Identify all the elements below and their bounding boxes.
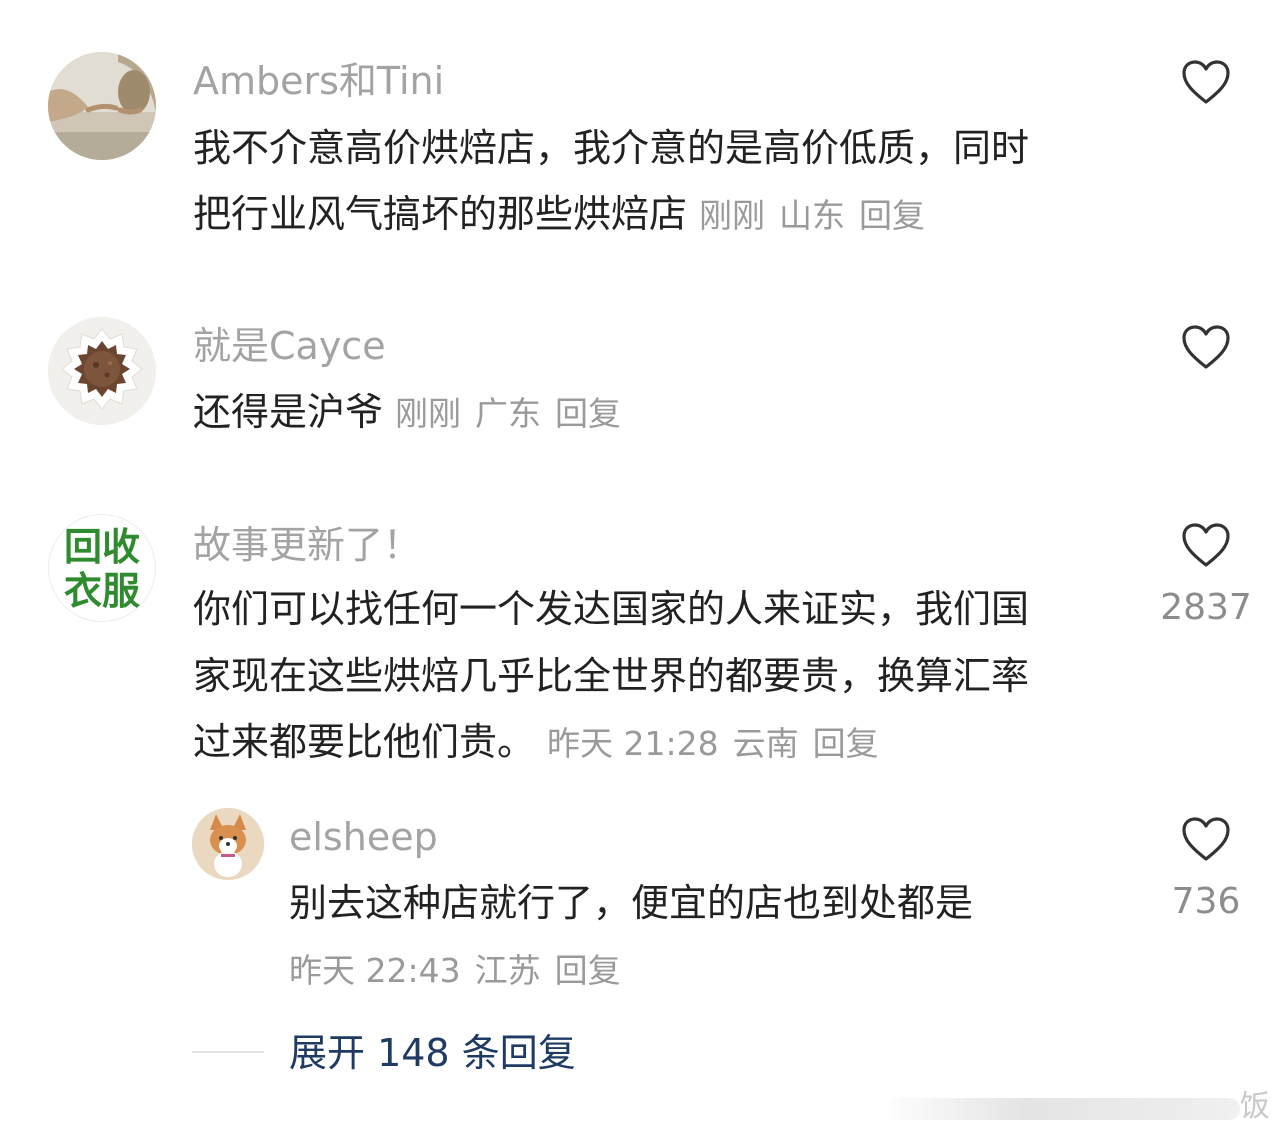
comment-meta: 刚刚 广东 回复 — [395, 394, 635, 433]
comment-text-line-content: 过来都要比他们贵。 — [193, 720, 536, 764]
avatar-elsheep[interactable] — [192, 808, 264, 880]
reply-button[interactable]: 回复 — [859, 196, 925, 235]
like-count: 2837 — [1160, 587, 1252, 628]
watermark-bar — [880, 1098, 1240, 1120]
heart-outline-icon[interactable] — [1180, 323, 1232, 371]
comment-text-line: 你们可以找任何一个发达国家的人来证实，我们国 — [193, 587, 1030, 631]
comment-username[interactable]: 就是Cayce — [193, 327, 386, 365]
comment-text-line: 还得是沪爷 刚刚 广东 回复 — [193, 393, 635, 431]
comment-username[interactable]: Ambers和Tini — [193, 62, 444, 100]
comment-text-line: 我不介意高价烘焙店，我介意的是高价低质，同时 — [193, 126, 1030, 170]
comment-text-line-content: 把行业风气搞坏的那些烘焙店 — [193, 192, 688, 236]
comment-time: 刚刚 — [699, 196, 766, 235]
coffee-filter-avatar — [48, 317, 156, 425]
reply-button[interactable]: 回复 — [555, 394, 621, 433]
watermark-text: 饭 — [1240, 1089, 1270, 1124]
reply-meta: 昨天 22:43 江苏 回复 — [289, 954, 635, 987]
heart-outline-icon[interactable] — [1180, 58, 1232, 106]
comment-text-line: 把行业风气搞坏的那些烘焙店 刚刚 山东 回复 — [193, 195, 939, 233]
comment-location: 山东 — [779, 196, 846, 235]
reply-username[interactable]: elsheep — [289, 818, 438, 856]
heart-outline-icon[interactable] — [1180, 521, 1232, 569]
comment-text-line: 家现在这些烘焙几乎比全世界的都要贵，换算汇率 — [193, 654, 1030, 698]
creation-of-adam-avatar — [48, 52, 156, 160]
reply-text-line: 别去这种店就行了，便宜的店也到处都是 — [289, 881, 974, 925]
like-count: 736 — [1171, 881, 1241, 922]
avatar-text-line: 衣服 — [63, 569, 140, 613]
heart-outline-icon[interactable] — [1180, 815, 1232, 863]
avatar-story-updated[interactable]: 回收 衣服 — [48, 514, 156, 622]
reply-time: 昨天 22:43 — [289, 951, 461, 990]
avatar-cayce[interactable] — [48, 317, 156, 425]
avatar-ambers[interactable] — [48, 52, 156, 160]
comment-username[interactable]: 故事更新了！ — [193, 526, 421, 564]
avatar-text-line: 回收 — [63, 525, 140, 569]
comment-time: 昨天 21:28 — [547, 724, 719, 763]
expand-replies-button[interactable]: 展开 148 条回复 — [289, 1034, 576, 1072]
reply-location: 江苏 — [474, 951, 541, 990]
corgi-avatar — [192, 808, 264, 880]
comment-text-line-content: 还得是沪爷 — [193, 390, 384, 434]
reply-button[interactable]: 回复 — [813, 724, 879, 763]
text-avatar: 回收 衣服 — [49, 525, 155, 613]
comment-text-line: 过来都要比他们贵。 昨天 21:28 云南 回复 — [193, 723, 893, 761]
comment-time: 刚刚 — [395, 394, 462, 433]
comment-meta: 昨天 21:28 云南 回复 — [547, 724, 893, 763]
comment-location: 云南 — [732, 724, 799, 763]
reply-button[interactable]: 回复 — [555, 951, 621, 990]
expand-divider — [192, 1051, 264, 1053]
comment-meta: 刚刚 山东 回复 — [699, 196, 939, 235]
comment-location: 广东 — [475, 394, 542, 433]
